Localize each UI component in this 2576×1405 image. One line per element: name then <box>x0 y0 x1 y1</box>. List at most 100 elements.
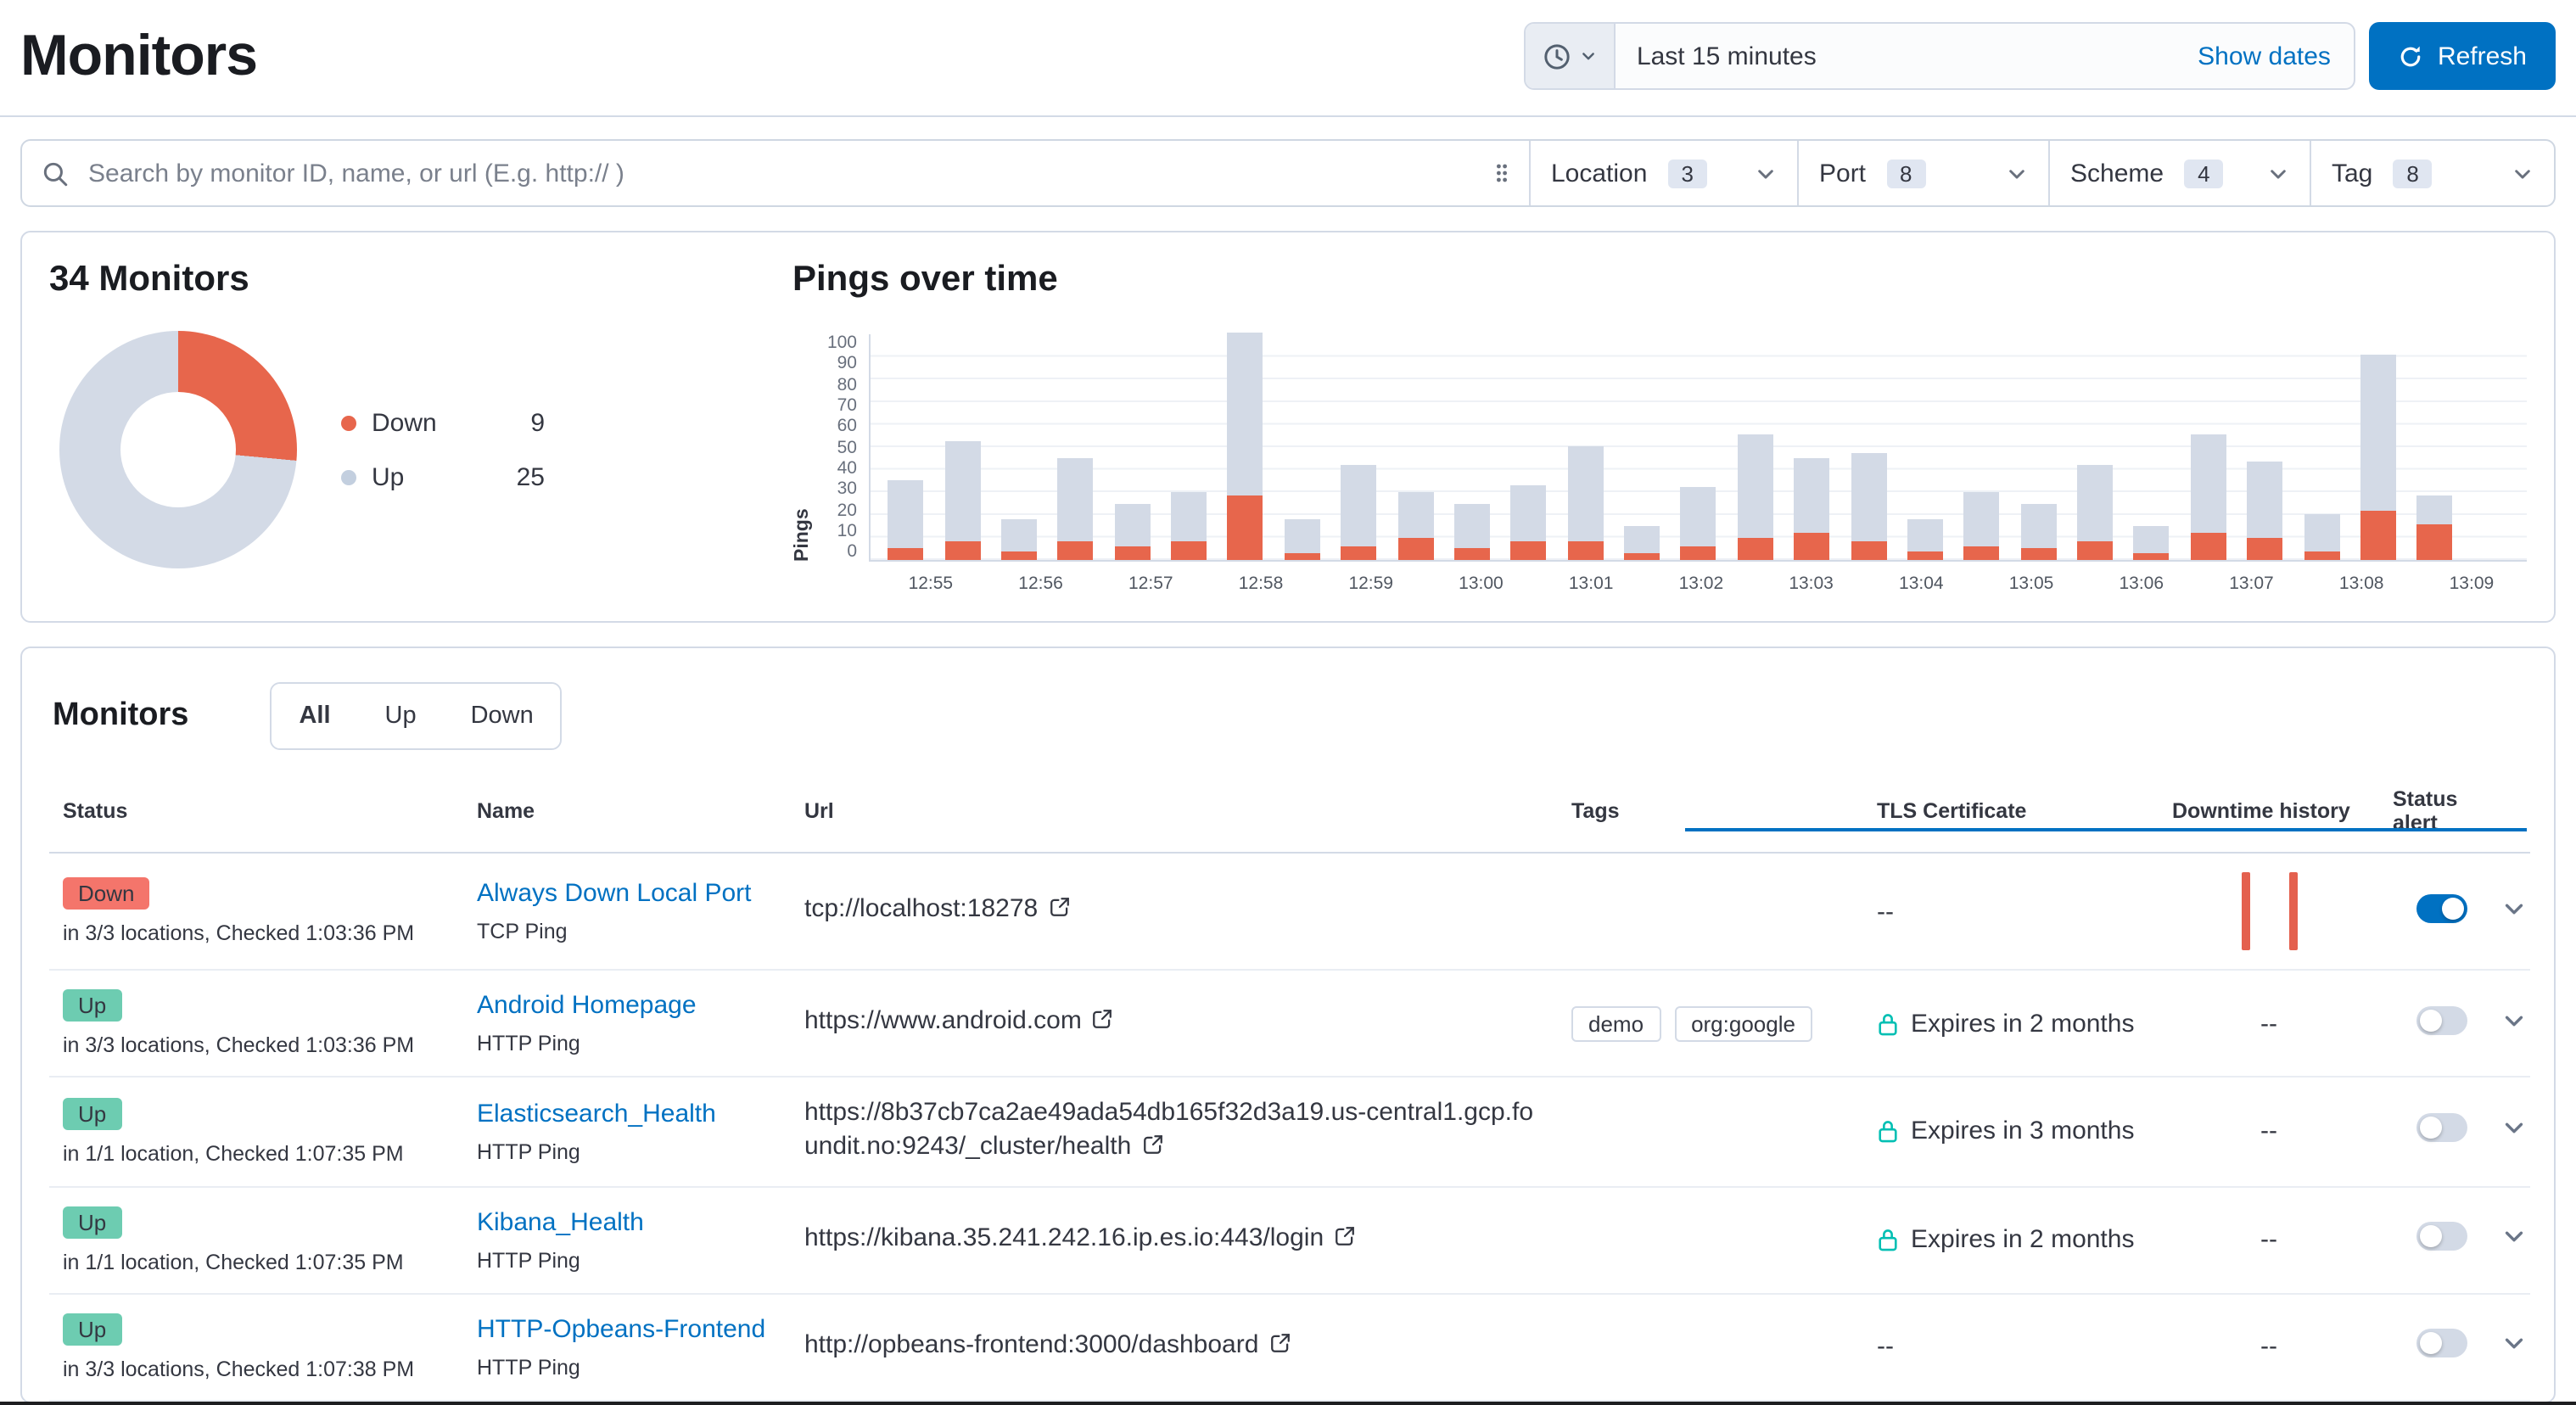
expand-row-chevron-icon[interactable] <box>2501 895 2527 927</box>
filter-port-count: 8 <box>1886 159 1925 188</box>
monitors-list-title: Monitors <box>53 697 188 735</box>
filter-tag-count: 8 <box>2393 159 2432 188</box>
col-url: Url <box>791 777 1558 853</box>
search-icon <box>41 159 70 188</box>
header-controls: Last 15 minutes Show dates Refresh <box>1525 22 2556 90</box>
status-alert-cell <box>2379 853 2481 970</box>
ping-bar-up-segment <box>1681 487 1716 546</box>
tag-badge[interactable]: org:google <box>1674 1005 1812 1041</box>
down-legend-dot <box>341 415 356 430</box>
ping-bar-down-segment <box>1114 546 1150 560</box>
filter-port-label: Port <box>1819 159 1866 188</box>
external-link-icon[interactable] <box>1141 1133 1163 1167</box>
status-alert-toggle[interactable] <box>2416 1222 2467 1251</box>
external-link-icon[interactable] <box>1268 1330 1291 1365</box>
time-quick-select-button[interactable] <box>1526 24 1616 88</box>
col-name: Name <box>463 777 791 853</box>
y-tick-label: 90 <box>818 355 857 373</box>
monitor-name-link[interactable]: Kibana_Health <box>477 1207 644 1236</box>
refresh-button[interactable]: Refresh <box>2370 22 2556 90</box>
status-alert-toggle[interactable] <box>2416 1114 2467 1143</box>
filter-location[interactable]: Location 3 <box>1529 141 1797 205</box>
ping-bar <box>1738 435 1773 560</box>
tag-badge[interactable]: demo <box>1571 1005 1660 1041</box>
downtime-cell: -- <box>2159 970 2379 1077</box>
chevron-down-icon <box>2267 162 2289 184</box>
status-alert-cell <box>2379 1186 2481 1293</box>
col-tls: TLS Certificate <box>1863 777 2159 853</box>
clock-icon <box>1543 42 1572 70</box>
filter-port[interactable]: Port 8 <box>1797 141 2048 205</box>
ping-bar <box>944 442 980 560</box>
tab-up[interactable]: Up <box>358 684 444 748</box>
status-detail: in 3/3 locations, Checked 1:07:38 PM <box>63 1357 450 1380</box>
monitor-name-link[interactable]: Android Homepage <box>477 991 697 1020</box>
status-alert-toggle[interactable] <box>2416 1005 2467 1034</box>
monitor-url: tcp://localhost:18278 <box>804 895 1070 924</box>
expand-row-chevron-icon[interactable] <box>2501 1116 2527 1148</box>
ping-bar-up-segment <box>2077 464 2113 541</box>
monitor-type: HTTP Ping <box>477 1248 777 1272</box>
pings-y-axis-label: Pings <box>792 334 813 562</box>
pings-plot-area <box>869 334 2527 562</box>
monitor-type: HTTP Ping <box>477 1355 777 1379</box>
ping-bar-down-segment <box>1001 551 1037 560</box>
search-options-dots-icon[interactable] <box>1493 160 1510 187</box>
expand-cell <box>2481 853 2530 970</box>
filter-scheme[interactable]: Scheme 4 <box>2048 141 2310 205</box>
pings-bars <box>871 334 2527 560</box>
monitor-url: https://www.android.com <box>804 1007 1114 1036</box>
tab-all[interactable]: All <box>272 684 357 748</box>
ping-bar-down-segment <box>1794 533 1829 560</box>
ping-bar-down-segment <box>1964 546 2000 560</box>
screen-bottom-edge <box>0 1402 2576 1405</box>
monitor-type: HTTP Ping <box>477 1140 777 1164</box>
filter-tag[interactable]: Tag 8 <box>2310 141 2554 205</box>
ping-bar <box>1454 503 1490 560</box>
ping-bar-up-segment <box>1397 492 1433 538</box>
ping-bar <box>1058 457 1094 560</box>
ping-bar <box>1794 457 1829 560</box>
expand-row-chevron-icon[interactable] <box>2501 1330 2527 1363</box>
x-tick-label: 12:55 <box>876 574 986 594</box>
x-tick-label: 13:03 <box>1756 574 1867 594</box>
table-row: Down in 3/3 locations, Checked 1:03:36 P… <box>49 853 2530 970</box>
ping-bar <box>2360 355 2396 560</box>
status-alert-toggle[interactable] <box>2416 893 2467 922</box>
monitor-name-link[interactable]: Always Down Local Port <box>477 879 751 908</box>
x-tick-label: 13:04 <box>1866 574 1976 594</box>
monitor-name-link[interactable]: Elasticsearch_Health <box>477 1100 716 1128</box>
filter-tag-label: Tag <box>2332 159 2372 188</box>
expand-row-chevron-icon[interactable] <box>2501 1223 2527 1256</box>
tls-empty: -- <box>1877 1332 1894 1361</box>
monitor-name-link[interactable]: HTTP-Opbeans-Frontend <box>477 1314 765 1343</box>
chevron-down-icon <box>2006 162 2028 184</box>
ping-bar-up-segment <box>2417 496 2453 523</box>
table-header-highlight <box>1684 828 2527 831</box>
expand-cell <box>2481 1293 2530 1400</box>
x-tick-label: 13:01 <box>1536 574 1646 594</box>
status-alert-toggle[interactable] <box>2416 1329 2467 1357</box>
search-input[interactable] <box>85 157 1478 189</box>
pings-y-ticks: 1009080706050403020100 <box>818 334 869 562</box>
expand-row-chevron-icon[interactable] <box>2501 1007 2527 1039</box>
tls-cell: -- <box>1863 1293 2159 1400</box>
table-row: Up in 1/1 location, Checked 1:07:35 PM E… <box>49 1077 2530 1186</box>
col-status-alert: Status alert <box>2379 777 2481 853</box>
ping-bar-down-segment <box>2191 533 2226 560</box>
y-tick-label: 60 <box>818 418 857 436</box>
pings-title: Pings over time <box>792 260 2527 300</box>
external-link-icon[interactable] <box>1334 1223 1356 1258</box>
show-dates-link[interactable]: Show dates <box>2174 24 2355 88</box>
monitors-table: Status Name Url Tags TLS Certificate Dow… <box>49 777 2530 1401</box>
search-filter-bar: Location 3 Port 8 Scheme 4 Tag 8 <box>20 139 2556 207</box>
tls-expiry: Expires in 3 months <box>1911 1117 2134 1146</box>
ping-bar <box>2304 514 2339 560</box>
external-link-icon[interactable] <box>1048 895 1070 930</box>
time-range-value[interactable]: Last 15 minutes <box>1616 24 2174 88</box>
status-badge: Up <box>63 1313 121 1345</box>
external-link-icon[interactable] <box>1092 1007 1114 1042</box>
downtime-empty: -- <box>2260 1009 2277 1038</box>
monitor-type: TCP Ping <box>477 920 777 943</box>
tab-down[interactable]: Down <box>444 684 561 748</box>
